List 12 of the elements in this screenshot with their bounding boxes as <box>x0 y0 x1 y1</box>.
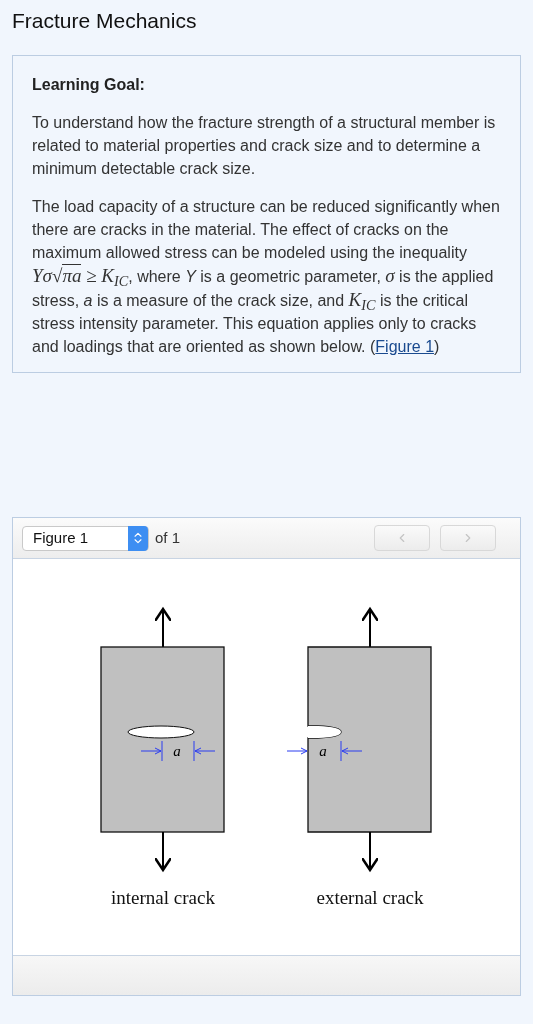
problem-text: The load capacity of a structure can be reduced significantly when there are cracks in the material. The effect of cracks on the maximum allowed stress can be modeled using the inequality Yσ√πa ≥ K$_{IC}$, where Y is a geometric parameter, σ is the applied stress, a is a measure of the crack size, and K$_{IC}$ is the critical stress intensity parameter. This equation applies only to cracks and loadings that are oriented as shown below. (Figure 1) <box>32 197 501 357</box>
learning-goal-heading: Learning Goal: <box>32 75 146 95</box>
figure-caption: internal crack <box>111 887 215 908</box>
problem-text: To understand how the fracture strength of a structural member is related to material properties and crack size and to determine a minimum detectable crack size. <box>32 113 497 179</box>
crack-size-label: a <box>319 743 327 759</box>
figure-link[interactable]: Figure 1 <box>375 338 435 355</box>
figure-select[interactable]: Figure 1 <box>22 525 149 551</box>
figure-caption: external crack <box>316 887 424 908</box>
stepper-icon <box>128 525 148 551</box>
page-title: Fracture Mechanics <box>11 8 198 34</box>
figure-count: of 1 <box>155 527 181 548</box>
crack-size-label: a <box>173 743 181 759</box>
